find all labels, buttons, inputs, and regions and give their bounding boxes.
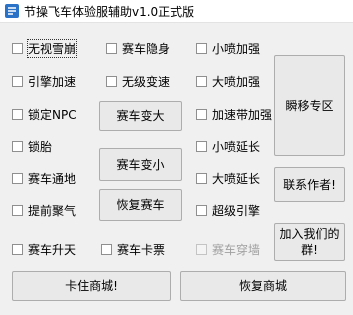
join-group-button[interactable]: 加入我们的群!	[274, 223, 345, 261]
checkbox-label: 赛车隐身	[122, 41, 171, 56]
checkbox-box[interactable]	[12, 42, 23, 54]
checkbox-box[interactable]	[12, 172, 23, 184]
teleport-zone-button[interactable]: 瞬移专区	[274, 55, 345, 156]
checkbox-ignore-avalanche[interactable]: 无视雪崩	[12, 38, 78, 58]
checkbox-label: 小喷延长	[212, 139, 261, 154]
checkbox-box[interactable]	[12, 204, 23, 216]
stuck-mall-button[interactable]: 卡住商城!	[12, 271, 171, 301]
checkbox-label: 小喷加强	[212, 41, 261, 56]
checkbox-early-charge[interactable]: 提前聚气	[12, 202, 76, 218]
checkbox-label: 无级变速	[122, 74, 171, 89]
checkbox-label: 超级引擎	[212, 203, 261, 218]
checkbox-label: 大喷加强	[212, 74, 261, 89]
checkbox-box[interactable]	[106, 75, 117, 87]
restore-mall-button[interactable]: 恢复商城	[180, 271, 346, 301]
checkbox-super-engine[interactable]: 超级引擎	[196, 202, 260, 218]
checkbox-car-underground[interactable]: 赛车通地	[12, 170, 76, 186]
checkbox-box[interactable]	[196, 172, 207, 184]
checkbox-box[interactable]	[12, 75, 23, 87]
checkbox-label: 大喷延长	[212, 171, 261, 186]
checkbox-car-invisible[interactable]: 赛车隐身	[106, 40, 170, 56]
checkbox-label: 锁胎	[28, 139, 53, 154]
checkbox-speed-strip-boost[interactable]: 加速带加强	[196, 106, 272, 122]
app-icon	[5, 4, 19, 18]
car-shrink-button[interactable]: 赛车变小	[99, 148, 182, 181]
checkbox-small-nitro-extend[interactable]: 小喷延长	[196, 138, 260, 154]
title-bar: 节操飞车体验服辅助v1.0正式版	[0, 0, 353, 23]
contact-author-button[interactable]: 联系作者!	[274, 167, 345, 202]
checkbox-label: 赛车卡票	[117, 242, 166, 257]
checkbox-car-card-ticket[interactable]: 赛车卡票	[101, 241, 165, 257]
checkbox-box[interactable]	[196, 75, 207, 87]
checkbox-car-fly[interactable]: 赛车升天	[12, 241, 76, 257]
checkbox-box[interactable]	[196, 108, 207, 120]
checkbox-big-nitro-boost[interactable]: 大喷加强	[196, 73, 260, 89]
checkbox-label: 加速带加强	[212, 107, 273, 122]
checkbox-box[interactable]	[12, 140, 23, 152]
restore-car-button[interactable]: 恢复赛车	[99, 189, 182, 221]
car-enlarge-button[interactable]: 赛车变大	[99, 101, 182, 131]
checkbox-box[interactable]	[196, 140, 207, 152]
checkbox-lock-npc[interactable]: 锁定NPC	[12, 106, 77, 122]
checkbox-label: 引擎加速	[28, 74, 77, 89]
checkbox-box[interactable]	[12, 243, 23, 255]
checkbox-label: 提前聚气	[28, 203, 77, 218]
checkbox-small-nitro-boost[interactable]: 小喷加强	[196, 40, 260, 56]
checkbox-box[interactable]	[196, 42, 207, 54]
checkbox-label: 赛车穿墙	[212, 242, 261, 257]
checkbox-box[interactable]	[196, 204, 207, 216]
checkbox-box[interactable]	[106, 42, 117, 54]
checkbox-label: 无视雪崩	[26, 38, 78, 58]
checkbox-engine-boost[interactable]: 引擎加速	[12, 73, 76, 89]
checkbox-stepless-gear[interactable]: 无级变速	[106, 73, 170, 89]
checkbox-lock-tire[interactable]: 锁胎	[12, 138, 52, 154]
checkbox-big-nitro-extend[interactable]: 大喷延长	[196, 170, 260, 186]
checkbox-label: 赛车升天	[28, 242, 77, 257]
checkbox-box[interactable]	[12, 108, 23, 120]
window-title: 节操飞车体验服辅助v1.0正式版	[24, 5, 195, 19]
checkbox-box[interactable]	[101, 243, 112, 255]
checkbox-label: 赛车通地	[28, 171, 77, 186]
checkbox-label: 锁定NPC	[28, 107, 77, 122]
checkbox-car-through-wall: 赛车穿墙	[196, 241, 260, 257]
checkbox-box	[196, 243, 207, 255]
